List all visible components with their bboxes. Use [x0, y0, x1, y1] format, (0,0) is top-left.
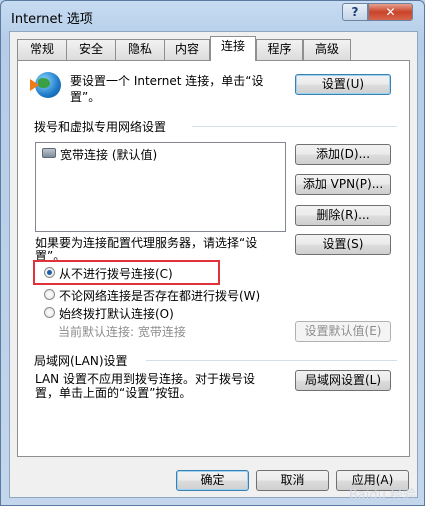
tab-connections[interactable]: 连接: [210, 36, 256, 61]
tab-content[interactable]: 内容: [164, 39, 210, 60]
setup-button[interactable]: 设置(U): [295, 74, 391, 95]
tab-general[interactable]: 常规: [17, 39, 67, 60]
current-default-value: 宽带连接: [137, 325, 186, 339]
radio-never-dial-label[interactable]: 从不进行拨号连接(C): [59, 265, 173, 282]
help-button[interactable]: ?: [342, 3, 368, 21]
add-vpn-button[interactable]: 添加 VPN(P)...: [295, 174, 391, 195]
lan-text-line1: LAN 设置不应用到拨号连接。对于拨号设: [35, 372, 255, 386]
tab-advanced[interactable]: 高级: [303, 39, 351, 60]
current-default-connection: 当前默认连接: 宽带连接: [58, 323, 186, 340]
set-default-button[interactable]: 设置默认值(E): [295, 321, 391, 342]
dialog-client-area: 常规 安全 隐私 内容 连接 程序 高级 要设置一个 Internet 连接，单…: [9, 31, 418, 498]
setup-text-line2: 置”。: [70, 90, 101, 104]
cancel-button[interactable]: 取消: [256, 470, 329, 491]
proxy-settings-button[interactable]: 设置(S): [295, 234, 391, 255]
dialup-group-title: 拨号和虚拟专用网络设置: [34, 120, 167, 134]
connections-listbox[interactable]: 宽带连接 (默认值): [35, 142, 286, 232]
broadband-connection-icon: [42, 148, 56, 158]
radio-never-dial[interactable]: [44, 267, 55, 278]
setup-text-line1: 要设置一个 Internet 连接，单击“设: [70, 74, 264, 88]
current-default-label: 当前默认连接:: [58, 325, 135, 339]
window-title: Internet 选项: [11, 12, 93, 27]
setup-description: 要设置一个 Internet 连接，单击“设 置”。: [70, 73, 264, 105]
arrow-icon: [30, 79, 39, 91]
baidu-watermark: Baidu 经验: [348, 488, 416, 503]
radio-dial-whenever[interactable]: [44, 289, 55, 300]
lan-description: LAN 设置不应用到拨号连接。对于拨号设 置，单击上面的“设置”按钮。: [35, 372, 255, 400]
ok-button[interactable]: 确定: [176, 470, 249, 491]
add-button[interactable]: 添加(D)...: [295, 144, 391, 165]
group-divider: [146, 360, 397, 361]
title-bar[interactable]: Internet 选项 ? ✕: [1, 1, 424, 31]
connections-panel: 要设置一个 Internet 连接，单击“设 置”。 设置(U) 拨号和虚拟专用…: [17, 60, 410, 457]
internet-options-window: Internet 选项 ? ✕ 常规 安全 隐私 内容 连接 程序 高级 要设置…: [0, 0, 425, 506]
close-button[interactable]: ✕: [368, 3, 413, 21]
group-divider: [192, 126, 397, 127]
lan-settings-button[interactable]: 局域网设置(L): [295, 370, 391, 391]
radio-always-dial[interactable]: [44, 307, 55, 318]
tab-privacy[interactable]: 隐私: [115, 39, 165, 60]
radio-dial-whenever-label[interactable]: 不论网络连接是否存在都进行拨号(W): [59, 287, 260, 304]
proxy-text-line1: 如果要为连接配置代理服务器，请选择“设: [35, 236, 258, 250]
radio-always-dial-label[interactable]: 始终拨打默认连接(O): [59, 305, 174, 322]
remove-button[interactable]: 删除(R)...: [295, 205, 391, 226]
list-item-label: 宽带连接 (默认值): [60, 148, 158, 162]
lan-group-title: 局域网(LAN)设置: [34, 354, 128, 368]
tab-security[interactable]: 安全: [66, 39, 116, 60]
tab-programs[interactable]: 程序: [256, 39, 303, 60]
lan-text-line2: 置，单击上面的“设置”按钮。: [35, 386, 192, 400]
